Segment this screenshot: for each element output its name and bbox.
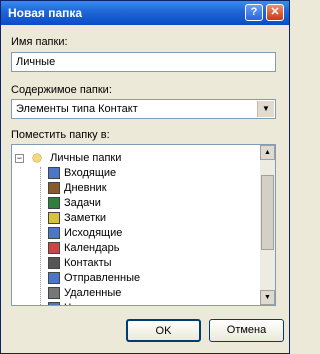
folder-name-value: Личные: [16, 56, 56, 68]
folder-tree[interactable]: − Личные папки Входящие Дневник Задачи Заме…: [11, 144, 276, 306]
drafts-icon: [48, 302, 60, 305]
place-folder-label: Поместить папку в:: [11, 129, 110, 141]
scroll-thumb[interactable]: [261, 175, 274, 250]
folder-contents-label: Содержимое папки:: [11, 84, 112, 96]
chevron-down-icon[interactable]: ▼: [257, 101, 274, 117]
help-icon: ?: [250, 6, 258, 18]
tree-item-label: Контакты: [64, 257, 112, 269]
scroll-up-button[interactable]: ▲: [260, 145, 275, 160]
scroll-down-button[interactable]: ▼: [260, 290, 275, 305]
journal-icon: [48, 182, 60, 195]
help-button[interactable]: ?: [245, 4, 263, 21]
inbox-icon: [48, 167, 60, 180]
personal-folders-icon: [31, 152, 44, 165]
outbox-icon: [48, 227, 60, 240]
folder-name-input[interactable]: Личные: [11, 52, 276, 72]
tasks-icon: [48, 197, 60, 210]
tree-item-label: Входящие: [64, 167, 117, 179]
tree-item-label: Дневник: [64, 182, 107, 194]
tree-item[interactable]: Черновики: [48, 301, 119, 305]
tree-item[interactable]: Удаленные: [48, 286, 121, 301]
tree-item-root[interactable]: − Личные папки: [12, 151, 121, 166]
calendar-icon: [48, 242, 60, 255]
close-button[interactable]: ✕: [266, 4, 284, 21]
folder-name-label: Имя папки:: [11, 36, 68, 48]
ok-button[interactable]: OK: [126, 319, 201, 342]
tree-item[interactable]: Отправленные: [48, 271, 140, 286]
tree-item-label: Исходящие: [64, 227, 123, 239]
window-title: Новая папка: [8, 6, 83, 20]
tree-item-label: Задачи: [64, 197, 101, 209]
tree-item-label: Черновики: [64, 302, 119, 305]
tree-item[interactable]: Входящие: [48, 166, 116, 181]
contacts-icon: [48, 257, 60, 270]
tree-item[interactable]: Задачи: [48, 196, 101, 211]
tree-item[interactable]: Дневник: [48, 181, 107, 196]
new-folder-dialog: Новая папка ? ✕ Имя папки: Личные Содерж…: [0, 0, 290, 354]
tree-scrollbar[interactable]: ▲ ▼: [260, 145, 275, 305]
close-icon: ✕: [270, 6, 280, 18]
tree-item-label: Календарь: [64, 242, 120, 254]
tree-item-label: Заметки: [64, 212, 107, 224]
tree-guide-line: [40, 167, 41, 305]
tree-item-label: Отправленные: [64, 272, 141, 284]
tree-item[interactable]: Исходящие: [48, 226, 122, 241]
notes-icon: [48, 212, 60, 225]
tree-item[interactable]: Контакты: [48, 256, 112, 271]
trash-icon: [48, 287, 60, 300]
folder-contents-value: Элементы типа Контакт: [16, 103, 138, 115]
collapse-icon[interactable]: −: [15, 154, 24, 163]
tree-item[interactable]: Заметки: [48, 211, 106, 226]
tree-item-label: Удаленные: [64, 287, 122, 299]
tree-item-label: Личные папки: [50, 152, 122, 164]
title-bar: Новая папка ? ✕: [1, 1, 289, 25]
cancel-button[interactable]: Отмена: [209, 319, 284, 342]
folder-contents-select[interactable]: Элементы типа Контакт ▼: [11, 99, 276, 119]
tree-item[interactable]: Календарь: [48, 241, 120, 256]
sent-icon: [48, 272, 60, 285]
